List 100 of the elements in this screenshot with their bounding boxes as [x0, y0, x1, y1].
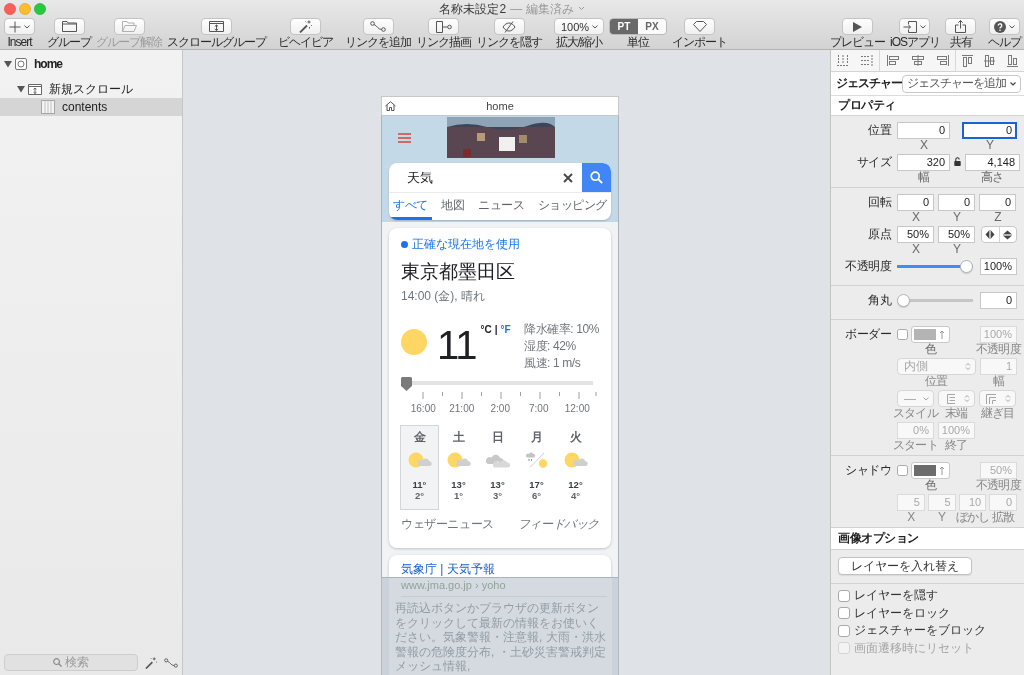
- menu-icon[interactable]: [398, 133, 411, 143]
- layer-row[interactable]: contents: [0, 98, 182, 116]
- toolbar-button[interactable]: [493, 18, 525, 35]
- layer-row[interactable]: 新規スクロール: [0, 80, 182, 98]
- toolbar-button[interactable]: [201, 18, 232, 35]
- number-field[interactable]: 0: [980, 292, 1017, 309]
- toolbar-button[interactable]: [684, 18, 715, 35]
- toolbar-label: インポート: [672, 36, 727, 49]
- timeline-label: 7:00: [528, 403, 550, 415]
- toolbar-button[interactable]: [362, 18, 394, 35]
- feedback-link[interactable]: フィードバック: [517, 517, 599, 531]
- artboard-title: home: [486, 100, 514, 112]
- zoom-button[interactable]: [34, 2, 46, 15]
- unit-toggle[interactable]: °F: [500, 324, 511, 336]
- field-caption: 位置: [925, 375, 948, 388]
- align-left-icon[interactable]: [886, 55, 899, 66]
- align-center-icon[interactable]: [911, 55, 924, 66]
- unit-toggle[interactable]: °C: [480, 324, 492, 336]
- result-title-link[interactable]: 気象庁 | 天気予報: [401, 562, 599, 577]
- number-field[interactable]: 50%: [938, 226, 975, 243]
- toolbar-button[interactable]: [945, 18, 976, 35]
- toolbar-label: ビヘイビア: [278, 36, 333, 49]
- low-temperature: 1°: [453, 490, 464, 501]
- search-tab[interactable]: ニュース: [474, 193, 529, 220]
- disclosure-triangle-icon[interactable]: [4, 60, 12, 68]
- forecast-day[interactable]: 火 12° 4°: [556, 425, 595, 510]
- align-middle-icon[interactable]: [984, 54, 996, 67]
- search-button[interactable]: [582, 163, 611, 192]
- cloud-icon: [485, 452, 510, 468]
- search-tab[interactable]: 地図: [437, 193, 469, 220]
- field-caption: 高さ: [981, 171, 1004, 184]
- toolbar-label: Insert: [7, 36, 32, 49]
- weather-time: 14:00 (金), 晴れ: [401, 289, 487, 304]
- toolbar-button[interactable]: [428, 18, 459, 35]
- number-field[interactable]: 4,148: [965, 154, 1020, 171]
- number-field[interactable]: 0: [897, 194, 934, 211]
- zoom-dropdown[interactable]: 100%: [554, 18, 604, 35]
- number-field[interactable]: 0: [979, 194, 1016, 211]
- add-gesture-dropdown[interactable]: ジェスチャーを追加: [902, 74, 1021, 93]
- color-picker-button[interactable]: [911, 462, 950, 479]
- location-link[interactable]: 正確な現在地を使用: [412, 237, 520, 251]
- arrow-into-box-icon: [903, 20, 918, 33]
- slider-thumb[interactable]: [897, 294, 910, 307]
- framed-circle-icon: [15, 58, 27, 70]
- number-field[interactable]: 50%: [897, 226, 934, 243]
- checkbox[interactable]: [897, 329, 908, 340]
- forecast-day[interactable]: 月 17° 6°: [517, 425, 556, 510]
- unit-option[interactable]: PX: [638, 19, 666, 34]
- forecast-day[interactable]: 土 13° 1°: [439, 425, 478, 510]
- number-field[interactable]: 0: [897, 122, 950, 139]
- align-top-icon[interactable]: [961, 54, 973, 67]
- forecast-day[interactable]: 日 13° 3°: [478, 425, 517, 510]
- close-button[interactable]: [4, 2, 16, 15]
- checkbox[interactable]: [897, 465, 908, 476]
- box-with-arrows-icon: [28, 83, 42, 95]
- toolbar-button[interactable]: [53, 18, 85, 35]
- connected-nodes-icon[interactable]: [164, 657, 178, 668]
- help-icon: [994, 20, 1006, 33]
- swap-layer-button[interactable]: レイヤーを入れ替え: [838, 557, 972, 575]
- align-bottom-icon[interactable]: [1007, 54, 1019, 67]
- toolbar-button[interactable]: [842, 18, 873, 35]
- number-field[interactable]: 100%: [980, 258, 1017, 275]
- timeline-label: 12:00: [563, 403, 591, 415]
- toolbar-button[interactable]: [290, 18, 321, 35]
- search-tab[interactable]: ショッピング: [534, 193, 611, 220]
- distribute-vertical-icon[interactable]: [861, 55, 873, 66]
- align-right-icon[interactable]: [936, 55, 949, 66]
- layer-row[interactable]: home: [0, 52, 182, 76]
- forecast-day[interactable]: 金 11° 2°: [400, 425, 439, 510]
- share-icon: [955, 20, 966, 33]
- toolbar-button[interactable]: [899, 18, 931, 35]
- checkbox[interactable]: [838, 624, 850, 637]
- toolbar-label: 単位: [627, 36, 649, 49]
- unit-option[interactable]: PT: [610, 19, 638, 34]
- toolbar-button[interactable]: [989, 18, 1020, 35]
- checkbox[interactable]: [838, 607, 850, 620]
- number-field[interactable]: 0: [962, 122, 1017, 139]
- clear-icon[interactable]: [563, 172, 573, 183]
- distribute-horizontal-icon[interactable]: [837, 55, 849, 66]
- magic-wand-icon: [299, 20, 312, 33]
- timeline-handle[interactable]: [401, 377, 412, 391]
- number-field[interactable]: 320: [897, 154, 950, 171]
- color-picker-button[interactable]: [911, 326, 950, 343]
- toolbar-label: スクロールグループ: [167, 36, 266, 49]
- toolbar-label: 共有: [949, 36, 972, 49]
- search-query[interactable]: 天気: [389, 168, 433, 187]
- result-url: www.jma.go.jp › yoho: [400, 579, 507, 592]
- search-tab[interactable]: すべて: [389, 193, 432, 220]
- high-temperature: 12°: [568, 479, 583, 490]
- padlock-icon[interactable]: [954, 157, 961, 166]
- number-field[interactable]: 0: [938, 194, 975, 211]
- disclosure-triangle-icon[interactable]: [17, 85, 25, 93]
- magic-wand-icon[interactable]: [145, 656, 157, 669]
- line-join-icon: [986, 393, 996, 404]
- weather-detail: 湿度: 42%: [523, 338, 577, 355]
- checkbox[interactable]: [838, 589, 850, 602]
- slider-thumb[interactable]: [960, 260, 973, 273]
- field-caption: 不透明度: [976, 479, 1021, 492]
- source-link[interactable]: ウェザーニュース: [401, 517, 494, 531]
- caret-icon[interactable]: [577, 6, 585, 11]
